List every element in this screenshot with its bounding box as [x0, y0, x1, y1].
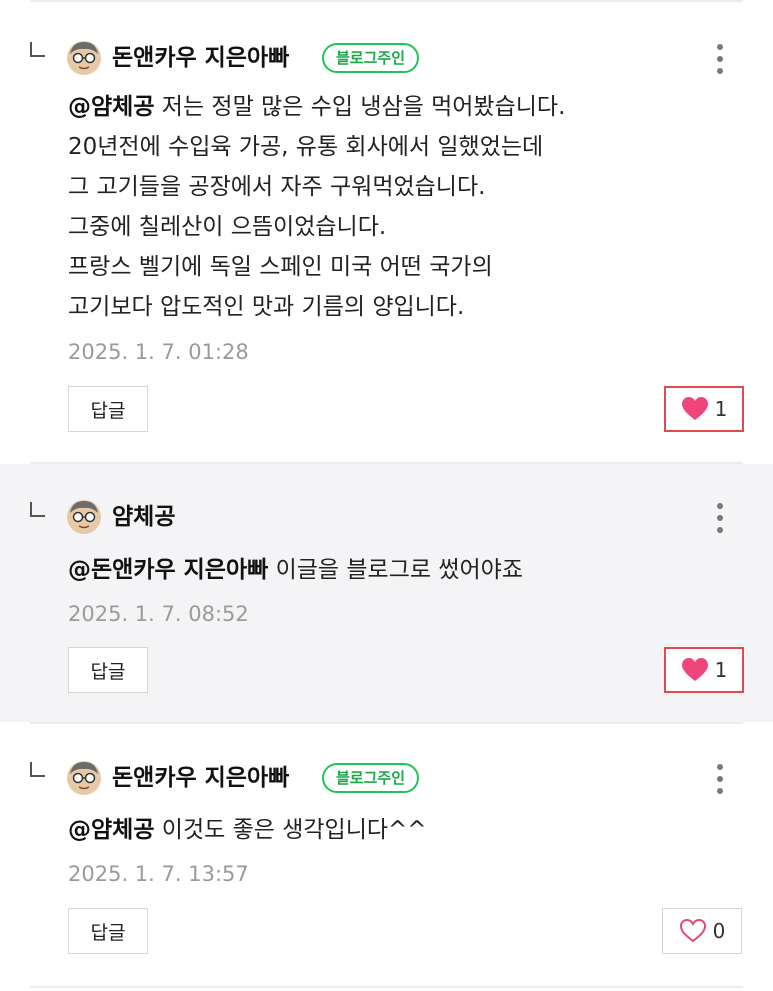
- comment-line: 고기보다 압도적인 맛과 기름의 양입니다.: [68, 294, 465, 320]
- comment-line: @얌체공 저는 정말 많은 수입 냉삼을 먹어봤습니다.: [68, 87, 733, 127]
- like-count: 0: [712, 919, 726, 943]
- heart-filled-icon: [681, 658, 708, 681]
- heart-outline-icon: [679, 918, 706, 943]
- comment-line: @돈앤카우 지은아빠 이글을 블로그로 썼어야죠: [68, 550, 733, 590]
- more-options-icon[interactable]: [710, 761, 730, 797]
- heart-filled-icon: [681, 397, 708, 420]
- avatar-icon[interactable]: [66, 760, 102, 796]
- like-button[interactable]: 1: [664, 386, 744, 432]
- comment-reply-1: 돈앤카우 지은아빠 블로그주인 @얌체공 저는 정말 많은 수입 냉삼을 먹어봤…: [0, 0, 773, 462]
- reply-indent-icon: [30, 502, 45, 517]
- more-options-icon[interactable]: [710, 41, 730, 77]
- comment-date: 2025. 1. 7. 01:28: [68, 340, 249, 364]
- comment-date: 2025. 1. 7. 13:57: [68, 862, 249, 886]
- comment-author[interactable]: 돈앤카우 지은아빠: [112, 43, 289, 73]
- reply-button[interactable]: 답글: [68, 647, 148, 693]
- comment-divider: [30, 986, 743, 988]
- comment-author[interactable]: 돈앤카우 지은아빠: [112, 763, 289, 793]
- comment-reply-3: 돈앤카우 지은아빠 블로그주인 @얌체공 이것도 좋은 생각입니다^^ 2025…: [0, 724, 773, 986]
- comment-author[interactable]: 얌체공: [112, 502, 175, 532]
- reply-button[interactable]: 답글: [68, 386, 148, 432]
- mention-link[interactable]: @얌체공: [68, 817, 154, 843]
- blog-owner-badge: 블로그주인: [322, 43, 420, 73]
- blog-owner-badge: 블로그주인: [322, 763, 420, 793]
- like-button[interactable]: 1: [664, 647, 744, 693]
- reply-button[interactable]: 답글: [68, 908, 148, 954]
- mention-link[interactable]: @얌체공: [68, 94, 154, 120]
- comment-line: 그중에 칠레산이 으뜸이었습니다.: [68, 214, 387, 240]
- comment-line: @얌체공 이것도 좋은 생각입니다^^: [68, 810, 733, 850]
- comment-text: 이것도 좋은 생각입니다^^: [154, 817, 427, 843]
- avatar-icon[interactable]: [66, 40, 102, 76]
- avatar-icon[interactable]: [66, 499, 102, 535]
- comment-line: 그 고기들을 공장에서 자주 구워먹었습니다.: [68, 174, 486, 200]
- comment-line: 20년전에 수입육 가공, 유통 회사에서 일했었는데: [68, 134, 544, 160]
- like-button[interactable]: 0: [662, 908, 742, 954]
- comment-line: 프랑스 벨기에 독일 스페인 미국 어떤 국가의: [68, 254, 493, 280]
- comment-date: 2025. 1. 7. 08:52: [68, 602, 249, 626]
- comment-reply-2: 얌체공 @돈앤카우 지은아빠 이글을 블로그로 썼어야죠 2025. 1. 7.…: [0, 464, 773, 722]
- comment-body: @돈앤카우 지은아빠 이글을 블로그로 썼어야죠: [68, 550, 733, 590]
- comment-body: @얌체공 이것도 좋은 생각입니다^^: [68, 810, 733, 850]
- like-count: 1: [714, 397, 728, 421]
- more-options-icon[interactable]: [710, 500, 730, 536]
- reply-indent-icon: [30, 762, 45, 777]
- comment-text: 저는 정말 많은 수입 냉삼을 먹어봤습니다.: [154, 94, 566, 120]
- comment-body: @얌체공 저는 정말 많은 수입 냉삼을 먹어봤습니다. 20년전에 수입육 가…: [68, 87, 733, 327]
- comment-text: 이글을 블로그로 썼어야죠: [268, 557, 523, 583]
- like-count: 1: [714, 658, 728, 682]
- reply-indent-icon: [30, 42, 45, 57]
- mention-link[interactable]: @돈앤카우 지은아빠: [68, 557, 268, 583]
